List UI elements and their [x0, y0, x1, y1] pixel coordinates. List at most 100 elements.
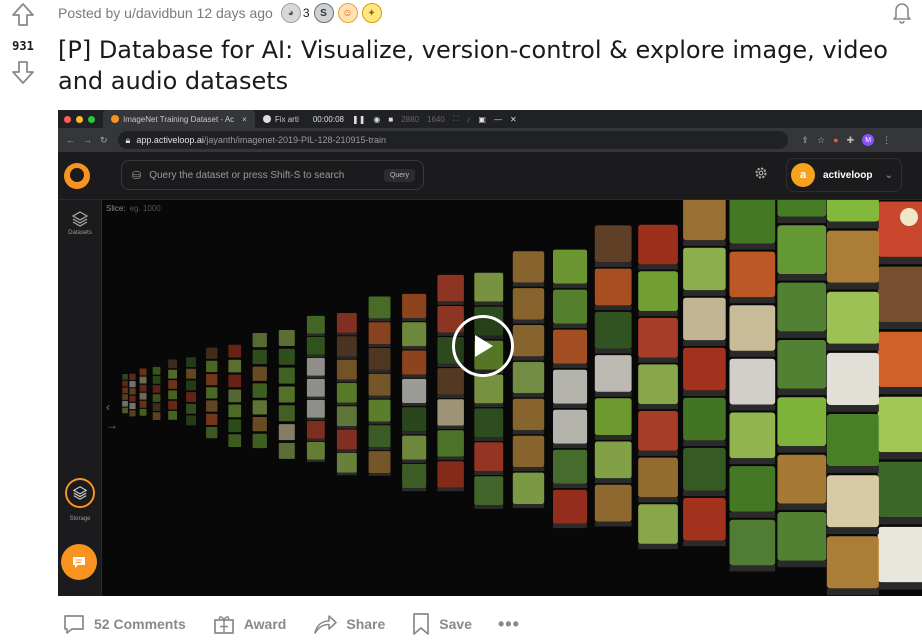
thumbnail-shadow	[683, 440, 726, 447]
dataset-thumbnail	[512, 398, 545, 431]
thumbnail-shadow	[437, 456, 464, 461]
thumbnail-shadow	[336, 472, 357, 476]
thumbnail-shadow	[729, 404, 776, 411]
awards-row[interactable]: ◕ 3 S ☺ ✦	[280, 3, 382, 23]
lock-icon: 🔒︎	[125, 134, 131, 145]
thumbnail-shadow	[877, 582, 922, 590]
thumbnail-shadow	[474, 505, 504, 509]
dataset-thumbnail	[206, 360, 218, 373]
posted-by[interactable]: Posted by u/davidbun 12 days ago	[58, 5, 273, 21]
more-options-button[interactable]: •••	[498, 614, 520, 635]
crop-icon: ⛶	[452, 114, 459, 123]
dataset-thumbnail	[252, 417, 267, 432]
thumbnail-shadow	[553, 283, 588, 289]
resolution-height: 1640	[427, 114, 445, 124]
app-sidebar: Datasets Storage	[58, 200, 102, 596]
post-title[interactable]: [P] Database for AI: Visualize, version-…	[58, 35, 908, 97]
dataset-thumbnail	[777, 225, 827, 275]
storage-layers-icon	[65, 478, 95, 508]
dataset-thumbnail	[683, 497, 726, 541]
downvote-arrow-icon[interactable]	[11, 59, 35, 90]
forward-arrow-icon: →	[83, 134, 92, 145]
extension-icon: ●	[833, 135, 839, 145]
silver-award-icon: ◕	[280, 3, 301, 23]
share-button[interactable]: Share	[312, 612, 385, 636]
video-player[interactable]: ImageNet Training Dataset - Ac × Fix art…	[58, 110, 922, 596]
thumbnail-shadow	[553, 323, 588, 329]
layers-icon	[71, 211, 89, 227]
thumbnail-shadow	[553, 483, 588, 489]
storage-label: Storage	[69, 516, 91, 522]
chevron-down-icon: ⌄	[884, 169, 893, 181]
dataset-thumbnail	[168, 359, 177, 369]
browser-tab-active: ImageNet Training Dataset - Ac ×	[103, 110, 255, 128]
record-icon: ◉	[373, 114, 381, 124]
upvote-arrow-icon[interactable]	[11, 2, 35, 33]
dataset-thumbnail	[553, 369, 588, 404]
notification-bell-icon[interactable]	[890, 0, 914, 31]
dataset-thumbnail	[186, 368, 196, 379]
thumbnail-shadow	[336, 379, 357, 382]
pause-icon: ❚❚	[351, 114, 366, 124]
thumbnail-shadow	[368, 370, 391, 373]
thumbnail-shadow	[553, 403, 588, 409]
thumbnail-shadow	[594, 478, 632, 484]
save-button[interactable]: Save	[411, 612, 472, 636]
dataset-thumbnail	[336, 359, 357, 380]
dataset-thumbnail	[206, 426, 218, 439]
dataset-thumbnail	[683, 200, 726, 241]
video-play-button[interactable]	[452, 315, 514, 377]
thumbnail-shadow	[826, 221, 879, 229]
wholesome-award-icon: ☺	[337, 3, 358, 23]
thumbnail-shadow	[826, 282, 879, 290]
dataset-thumbnail	[368, 373, 391, 396]
award-button[interactable]: Award	[212, 612, 286, 636]
url-host: app.activeloop.ai	[136, 135, 204, 145]
thumbnail-shadow	[512, 282, 545, 287]
dataset-thumbnail	[122, 387, 128, 394]
account-avatar: a	[791, 163, 815, 187]
close-icon: ✕	[509, 114, 517, 124]
dataset-thumbnail	[129, 410, 136, 417]
dataset-thumbnail	[437, 274, 464, 302]
share-label: Share	[346, 616, 386, 632]
activeloop-favicon-icon	[111, 115, 119, 123]
thumbnail-shadow	[402, 374, 427, 378]
dataset-thumbnail	[777, 200, 827, 217]
dataset-thumbnail	[336, 336, 357, 357]
dataset-thumbnail	[877, 331, 922, 388]
comments-button[interactable]: 52 Comments	[62, 612, 186, 636]
thumbnail-shadow	[638, 404, 678, 410]
save-label: Save	[439, 616, 472, 632]
thumbnail-shadow	[402, 403, 427, 407]
dataset-thumbnail	[729, 519, 776, 566]
dataset-thumbnail	[252, 400, 267, 415]
dataset-thumbnail	[553, 289, 588, 324]
puzzle-icon: ✚	[846, 134, 855, 145]
image-grid-svg	[122, 200, 922, 596]
dataset-thumbnail	[122, 400, 128, 407]
dataset-thumbnail	[168, 369, 177, 379]
dataset-thumbnail	[877, 461, 922, 518]
dataset-thumbnail	[139, 384, 147, 392]
dataset-thumbnail	[336, 406, 357, 427]
dataset-thumbnail	[228, 374, 242, 388]
dataset-thumbnail	[638, 317, 678, 358]
thumbnail-shadow	[437, 425, 464, 430]
dataset-thumbnail	[278, 367, 295, 384]
side-panel-toggle-icon	[900, 208, 918, 226]
thumbnail-shadow	[368, 473, 391, 476]
dataset-thumbnail	[129, 395, 136, 402]
dataset-thumbnail	[152, 366, 161, 375]
thumbnail-shadow	[594, 391, 632, 397]
dataset-thumbnail	[306, 420, 325, 439]
dataset-thumbnail	[512, 251, 545, 283]
thumbnail-shadow	[512, 504, 545, 509]
dataset-thumbnail	[553, 329, 588, 364]
thumbnail-shadow	[437, 487, 464, 492]
dataset-thumbnail	[777, 282, 827, 332]
window-controls	[64, 115, 95, 123]
thumbnail-shadow	[729, 458, 776, 465]
share-arrow-icon	[314, 615, 338, 634]
account-switcher: a activeloop ⌄	[786, 158, 902, 192]
